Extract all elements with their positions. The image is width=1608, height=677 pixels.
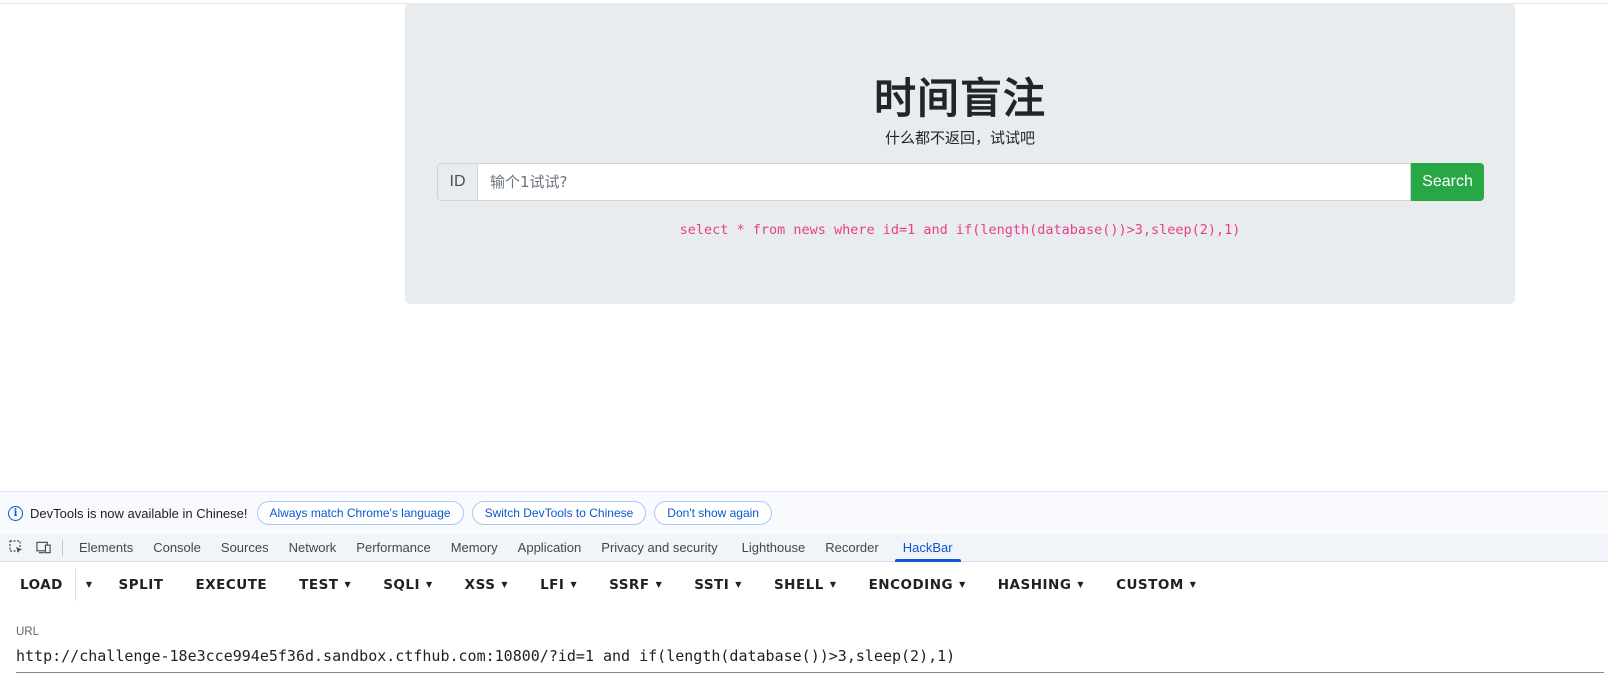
hackbar-toolbar: LOAD ▼ SPLIT EXECUTE TEST ▼ SQLI ▼ XSS ▼ LF… [0,562,1608,608]
sqli-menu[interactable]: SQLI ▼ [367,567,448,603]
chevron-down-icon: ▼ [655,580,663,589]
url-input[interactable]: http://challenge-18e3cce994e5f36d.sandbo… [16,645,1604,673]
tab-privacy-and-security[interactable]: Privacy and security [591,534,727,562]
tab-sources[interactable]: Sources [211,534,279,562]
tab-network[interactable]: Network [279,534,347,562]
device-toolbar-icon[interactable] [36,540,52,556]
shell-menu[interactable]: SHELL ▼ [758,567,853,603]
always-match-language-button[interactable]: Always match Chrome's language [256,501,464,525]
tab-memory[interactable]: Memory [441,534,508,562]
tab-elements[interactable]: Elements [69,534,143,562]
load-dropdown-icon[interactable]: ▼ [76,567,103,603]
xss-menu[interactable]: XSS ▼ [449,567,524,603]
hero-panel: 时间盲注 什么都不返回，试试吧 ID Search select * from … [405,3,1515,304]
sql-query-text: select * from news where id=1 and if(len… [679,222,1241,238]
chevron-down-icon: ▼ [501,580,509,589]
lfi-menu[interactable]: LFI ▼ [524,567,593,603]
split-button[interactable]: SPLIT [103,567,180,603]
tab-lighthouse[interactable]: Lighthouse [732,534,816,562]
tab-hackbar[interactable]: HackBar [893,534,963,562]
chevron-down-icon: ▼ [426,580,433,589]
split-label: SPLIT [118,577,164,593]
execute-button[interactable]: EXECUTE [180,567,284,603]
id-input[interactable] [477,163,1411,201]
ssti-label: SSTI [694,577,730,593]
hashing-menu[interactable]: HASHING ▼ [982,567,1100,603]
tab-application[interactable]: Application [508,534,592,562]
page-subtitle: 什么都不返回，试试吧 [884,129,1035,147]
hashing-label: HASHING [997,577,1072,593]
chevron-down-icon: ▼ [1077,580,1085,589]
encoding-menu[interactable]: ENCODING ▼ [853,567,982,603]
url-label: URL [16,626,40,638]
test-menu[interactable]: TEST ▼ [283,567,367,603]
chevron-down-icon: ▼ [1189,580,1197,589]
tab-bar-divider [62,539,63,556]
devtools-language-notice: i DevTools is now available in Chinese! … [0,491,1608,534]
devtools-tab-bar: Elements Console Sources Network Perform… [0,534,1608,562]
execute-label: EXECUTE [195,577,268,593]
inspect-element-icon[interactable] [8,540,24,556]
sqli-label: SQLI [383,577,421,593]
xss-label: XSS [464,577,496,593]
chevron-down-icon: ▼ [344,580,352,589]
ssti-menu[interactable]: SSTI ▼ [678,567,758,603]
chevron-down-icon: ▼ [829,580,837,589]
chevron-down-icon: ▼ [570,580,578,589]
search-button[interactable]: Search [1411,163,1484,201]
shell-label: SHELL [773,577,824,593]
tab-performance[interactable]: Performance [346,534,440,562]
ssrf-menu[interactable]: SSRF ▼ [593,567,678,603]
custom-menu[interactable]: CUSTOM ▼ [1100,567,1212,603]
load-button[interactable]: LOAD [0,567,75,603]
tab-console[interactable]: Console [143,534,211,562]
page-title: 时间盲注 [873,74,1046,123]
tab-recorder[interactable]: Recorder [815,534,888,562]
id-prefix-label: ID [437,163,477,201]
notice-text: DevTools is now available in Chinese! [30,505,248,521]
lfi-label: LFI [540,577,565,593]
test-label: TEST [299,577,339,593]
info-icon: i [8,505,23,521]
encoding-label: ENCODING [868,577,954,593]
switch-to-chinese-button[interactable]: Switch DevTools to Chinese [471,501,647,525]
chevron-down-icon: ▼ [959,580,966,589]
chevron-down-icon: ▼ [735,580,742,589]
dont-show-again-button[interactable]: Don't show again [654,501,772,525]
id-input-group: ID Search [437,163,1484,201]
custom-label: CUSTOM [1116,577,1184,593]
ssrf-label: SSRF [609,577,650,593]
